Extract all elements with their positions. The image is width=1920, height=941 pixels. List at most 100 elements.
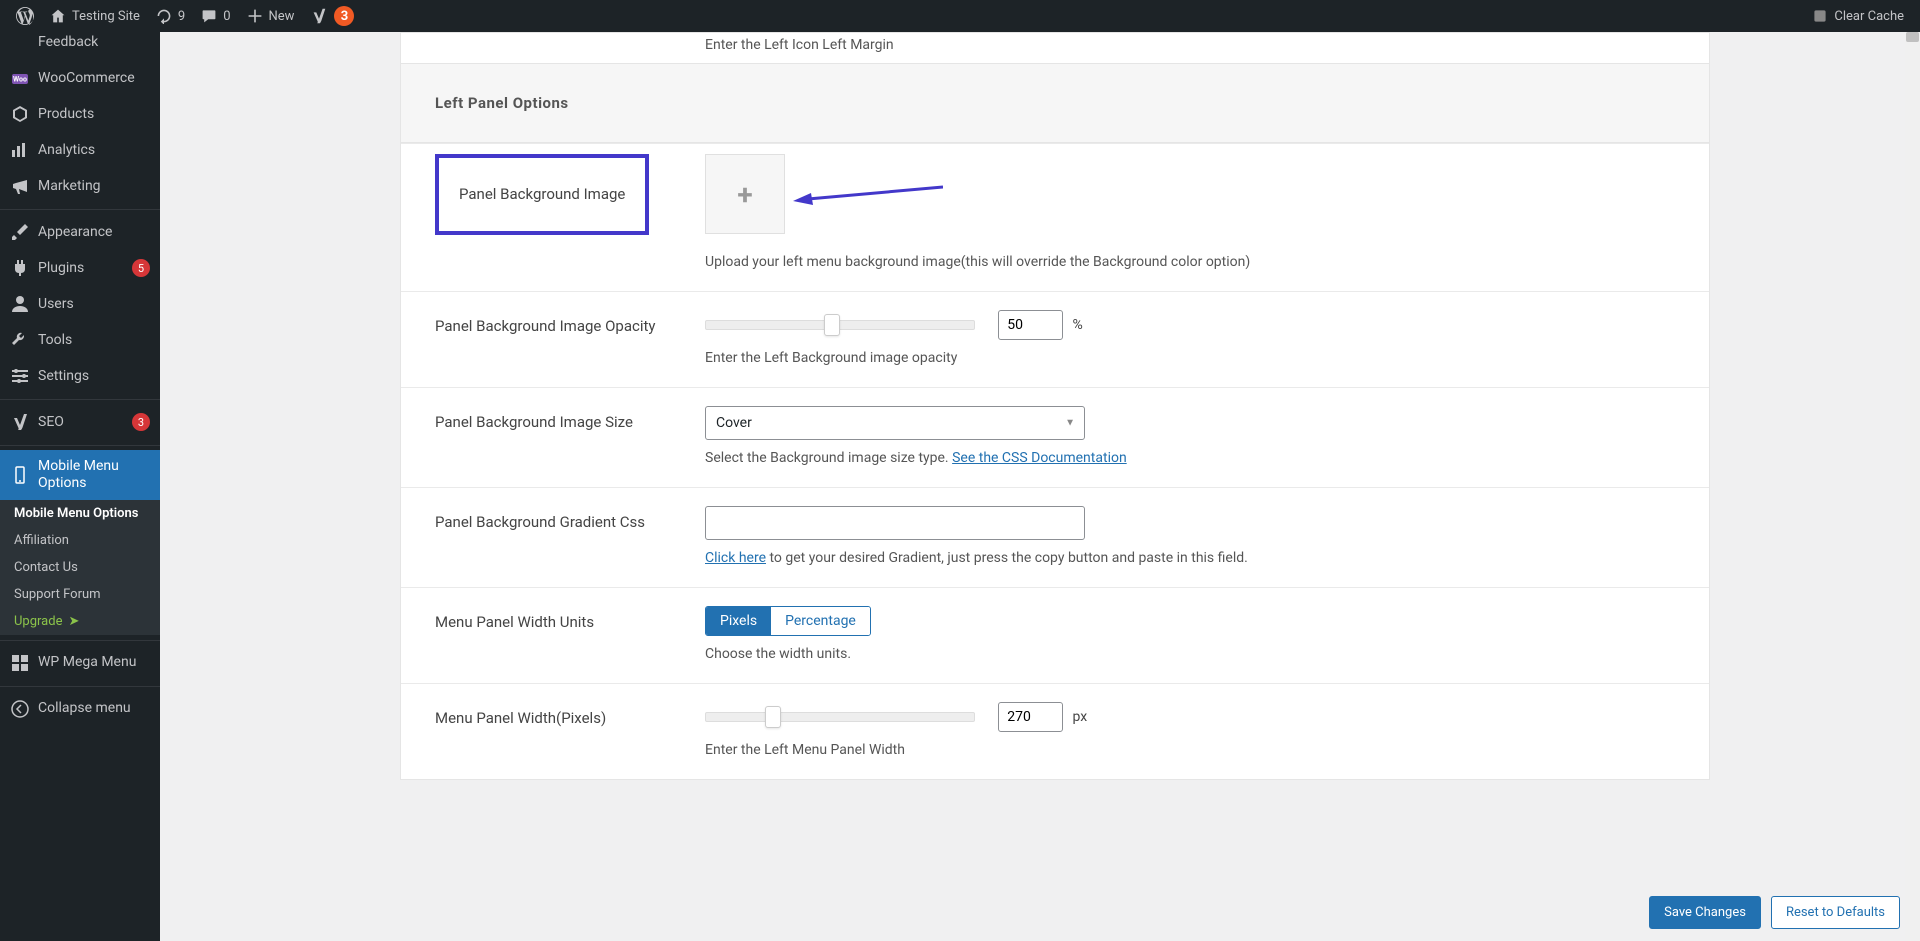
- clear-cache-label: Clear Cache: [1834, 9, 1904, 24]
- save-button[interactable]: Save Changes: [1649, 896, 1761, 929]
- field-width-units: Menu Panel Width Units Pixels Percentage…: [401, 587, 1709, 683]
- user-icon: [10, 294, 30, 314]
- scroll-thumb[interactable]: [1906, 32, 1919, 42]
- admin-bar-right: Clear Cache: [1804, 0, 1912, 32]
- field-size: Panel Background Image Size Cover ▼ Sele…: [401, 387, 1709, 487]
- sidebar-item-label: Tools: [38, 332, 150, 349]
- megaphone-icon: [10, 176, 30, 196]
- scrollbar[interactable]: [1905, 32, 1920, 941]
- submenu-item-affiliation[interactable]: Affiliation: [0, 527, 160, 554]
- field-width-px: Menu Panel Width(Pixels) px Enter the Le…: [401, 683, 1709, 779]
- sidebar-item-settings[interactable]: Settings: [0, 358, 160, 394]
- clear-cache-button[interactable]: Clear Cache: [1804, 0, 1912, 32]
- width-slider[interactable]: [705, 712, 975, 722]
- site-name-link[interactable]: Testing Site: [42, 0, 148, 32]
- sidebar-item-analytics[interactable]: Analytics: [0, 132, 160, 168]
- width-unit: px: [1072, 709, 1087, 725]
- size-label: Panel Background Image Size: [435, 406, 705, 469]
- grid-icon: [10, 653, 30, 673]
- arrow-right-icon: ➤: [68, 614, 79, 629]
- highlight-annotation: Panel Background Image: [435, 154, 649, 235]
- sidebar-item-users[interactable]: Users: [0, 286, 160, 322]
- new-link[interactable]: New: [239, 0, 303, 32]
- sidebar-item-marketing[interactable]: Marketing: [0, 168, 160, 204]
- sidebar-item-seo[interactable]: SEO 3: [0, 404, 160, 440]
- chevron-down-icon: ▼: [1065, 418, 1075, 429]
- sidebar-item-appearance[interactable]: Appearance: [0, 214, 160, 250]
- sidebar-item-label: Marketing: [38, 178, 150, 195]
- sidebar-item-tools[interactable]: Tools: [0, 322, 160, 358]
- collapse-label: Collapse menu: [38, 700, 150, 717]
- sidebar-item-label: Plugins: [38, 260, 120, 277]
- updates-count: 9: [178, 9, 185, 24]
- footer-actions: Save Changes Reset to Defaults: [1649, 896, 1900, 929]
- collapse-icon: [10, 699, 30, 719]
- comment-icon: [201, 8, 217, 24]
- slider-thumb[interactable]: [765, 706, 781, 728]
- gradient-help: Click here to get your desired Gradient,…: [705, 548, 1679, 569]
- sidebar-item-label: Appearance: [38, 224, 150, 241]
- width-units-toggle: Pixels Percentage: [705, 606, 871, 636]
- wrench-icon: [10, 330, 30, 350]
- yoast-link[interactable]: 3: [302, 0, 362, 32]
- reset-button[interactable]: Reset to Defaults: [1771, 896, 1900, 929]
- width-input[interactable]: [998, 702, 1063, 732]
- opacity-input[interactable]: [998, 310, 1063, 340]
- collapse-menu-button[interactable]: Collapse menu: [0, 691, 160, 727]
- size-select[interactable]: Cover ▼: [705, 406, 1085, 440]
- upload-image-button[interactable]: +: [705, 154, 785, 234]
- feedback-peek[interactable]: Feedback: [0, 32, 160, 60]
- size-help: Select the Background image size type. S…: [705, 448, 1679, 469]
- sidebar-item-label: Settings: [38, 368, 150, 385]
- gradient-label: Panel Background Gradient Css: [435, 506, 705, 569]
- woo-icon: Woo: [10, 68, 30, 88]
- sidebar-item-wp-mega-menu[interactable]: WP Mega Menu: [0, 645, 160, 681]
- prev-field-help: Enter the Left Icon Left Margin: [401, 33, 1709, 63]
- sidebar-item-label: SEO: [38, 414, 120, 431]
- submenu-item-mobile-menu-options[interactable]: Mobile Menu Options: [0, 500, 160, 527]
- submenu-item-contact-us[interactable]: Contact Us: [0, 554, 160, 581]
- admin-sidebar: Feedback Woo WooCommerce Products Analyt…: [0, 32, 160, 941]
- count-badge: 3: [132, 413, 150, 431]
- chart-icon: [10, 140, 30, 160]
- update-icon: [156, 8, 172, 24]
- count-badge: 5: [132, 259, 150, 277]
- yoast-icon: [10, 412, 30, 432]
- new-label: New: [269, 9, 295, 24]
- gradient-input[interactable]: [705, 506, 1085, 540]
- width-px-help: Enter the Left Menu Panel Width: [705, 740, 1679, 761]
- comments-count: 0: [223, 9, 230, 24]
- submenu-item-support-forum[interactable]: Support Forum: [0, 581, 160, 608]
- opacity-slider[interactable]: [705, 320, 975, 330]
- units-pixels-button[interactable]: Pixels: [706, 607, 771, 635]
- comments-link[interactable]: 0: [193, 0, 238, 32]
- sidebar-item-label: Users: [38, 296, 150, 313]
- plus-icon: +: [737, 178, 752, 211]
- updates-link[interactable]: 9: [148, 0, 193, 32]
- svg-text:Woo: Woo: [13, 76, 27, 84]
- wordpress-icon: [16, 7, 34, 25]
- units-percentage-button[interactable]: Percentage: [771, 607, 870, 635]
- slider-thumb[interactable]: [824, 314, 840, 336]
- sidebar-item-label: Mobile Menu Options: [38, 458, 150, 492]
- sidebar-item-products[interactable]: Products: [0, 96, 160, 132]
- opacity-label: Panel Background Image Opacity: [435, 310, 705, 369]
- sidebar-item-label: Analytics: [38, 142, 150, 159]
- gradient-link[interactable]: Click here: [705, 550, 766, 566]
- sidebar-item-label: Products: [38, 106, 150, 123]
- css-doc-link[interactable]: See the CSS Documentation: [952, 450, 1127, 466]
- settings-panel: Enter the Left Icon Left Margin Left Pan…: [400, 32, 1710, 780]
- home-icon: [50, 8, 66, 24]
- box-icon: [10, 104, 30, 124]
- plugin-icon: [10, 258, 30, 278]
- plus-icon: [247, 8, 263, 24]
- sidebar-item-woocommerce[interactable]: Woo WooCommerce: [0, 60, 160, 96]
- sidebar-item-plugins[interactable]: Plugins 5: [0, 250, 160, 286]
- sidebar-item-mobile-menu-options[interactable]: Mobile Menu Options: [0, 450, 160, 500]
- size-value: Cover: [716, 415, 752, 431]
- wp-logo[interactable]: [8, 0, 42, 32]
- brush-icon: [10, 222, 30, 242]
- submenu-item-upgrade[interactable]: Upgrade ➤: [0, 608, 160, 635]
- bg-image-help: Upload your left menu background image(t…: [705, 252, 1679, 273]
- mobile-icon: [10, 465, 30, 485]
